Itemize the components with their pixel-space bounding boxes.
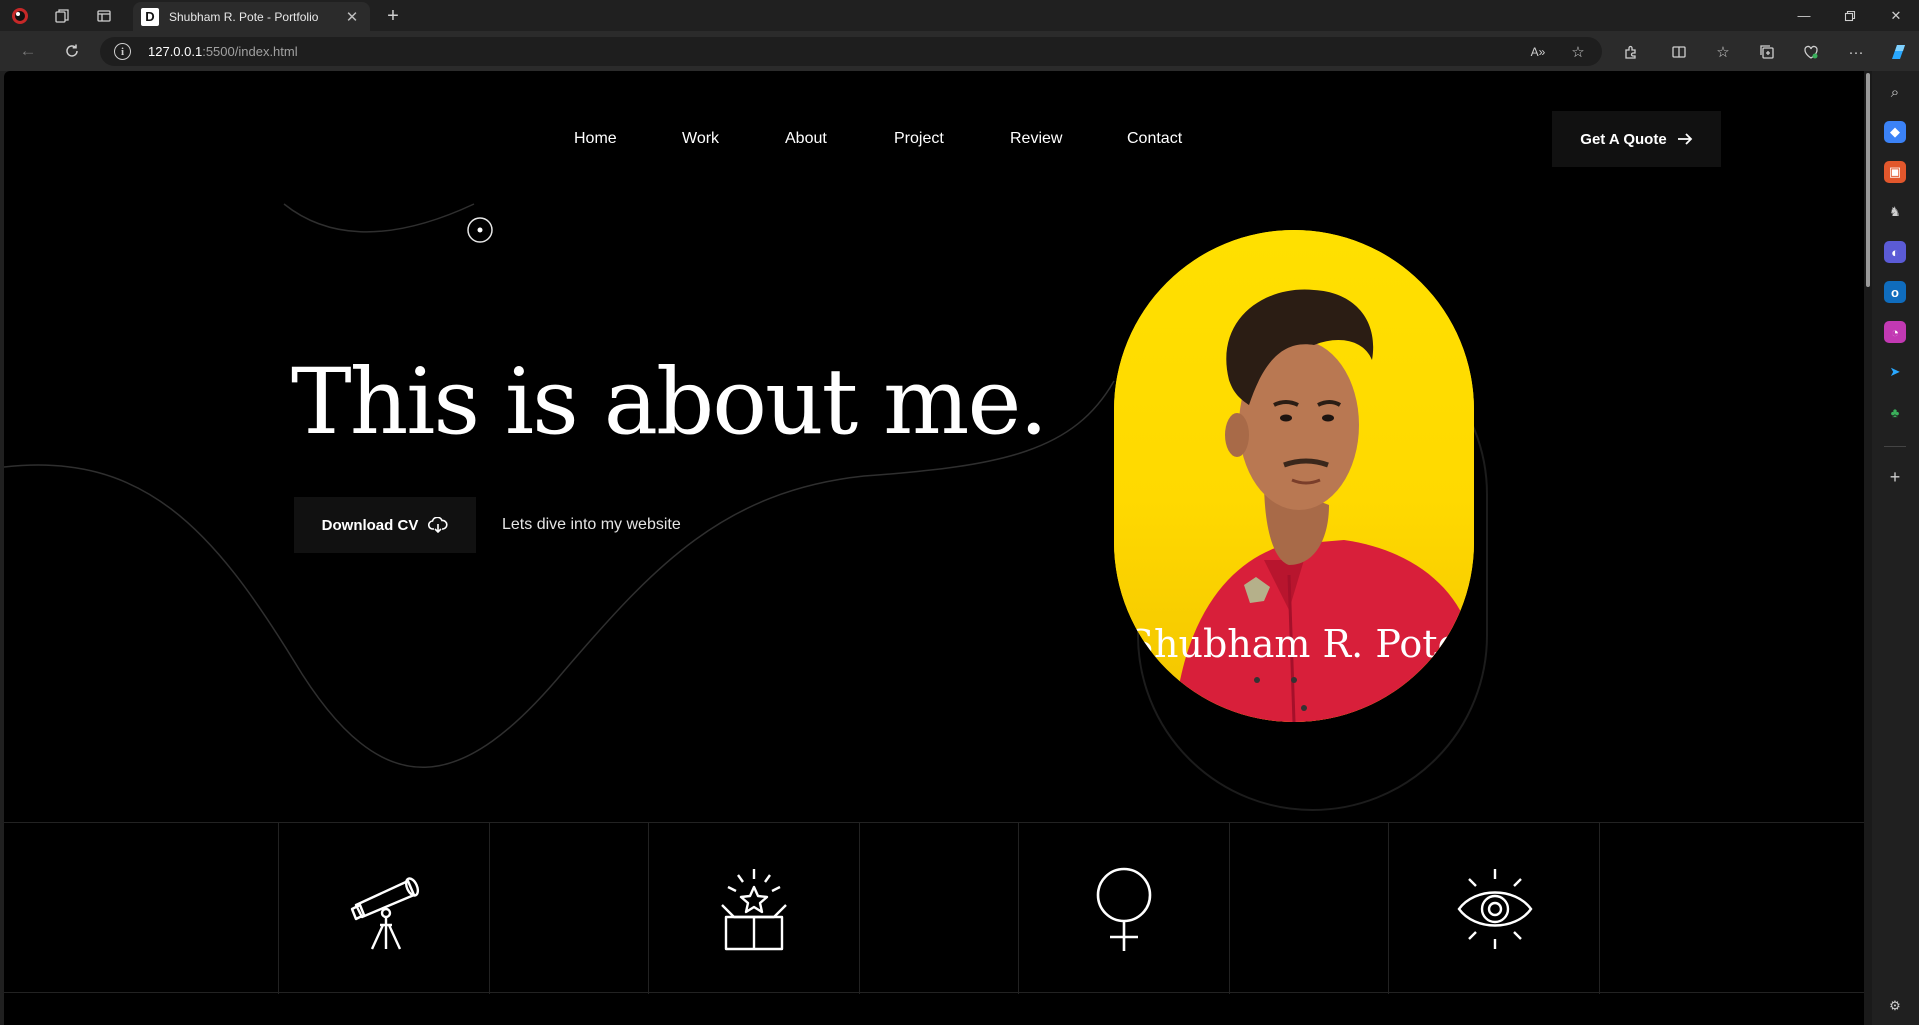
portrait-name: Shubham R. Pote bbox=[1128, 622, 1460, 666]
restore-icon[interactable] bbox=[1827, 0, 1873, 31]
feature-divider bbox=[1388, 823, 1389, 994]
feature-divider bbox=[859, 823, 860, 994]
copilot-app-icon[interactable]: ◐ bbox=[1884, 241, 1906, 263]
feature-divider bbox=[278, 823, 279, 994]
search-icon[interactable]: ⌕ bbox=[1884, 81, 1906, 103]
workspaces-icon[interactable] bbox=[52, 6, 72, 26]
nav-link-review[interactable]: Review bbox=[1010, 130, 1062, 148]
portrait-photo: Shubham R. Pote bbox=[1114, 230, 1474, 722]
extensions-icon[interactable] bbox=[1620, 41, 1642, 63]
eye-icon bbox=[1455, 867, 1535, 951]
feature-divider bbox=[489, 823, 490, 994]
favorite-star-icon[interactable]: ☆ bbox=[1568, 42, 1588, 62]
browser-title-bar: D Shubham R. Pote - Portfolio ✕ + — ✕ bbox=[0, 0, 1919, 31]
feature-divider bbox=[1229, 823, 1230, 994]
outlook-icon[interactable]: o bbox=[1884, 281, 1906, 303]
hero-title: This is about me. bbox=[291, 350, 1048, 455]
split-screen-icon[interactable] bbox=[1668, 41, 1690, 63]
active-tab[interactable]: D Shubham R. Pote - Portfolio ✕ bbox=[133, 2, 370, 31]
new-tab-icon[interactable]: + bbox=[381, 4, 405, 28]
profile-avatar-icon[interactable] bbox=[10, 6, 30, 26]
chess-icon[interactable]: ♞ bbox=[1884, 201, 1906, 223]
designer-icon[interactable]: ◔ bbox=[1884, 321, 1906, 343]
copilot-icon[interactable] bbox=[1887, 41, 1911, 63]
tab-title: Shubham R. Pote - Portfolio bbox=[169, 9, 319, 24]
browser-sidebar: ⌕ ◆ ▣ ♞ ◐ o ◔ ➤ ♣ + ⚙ bbox=[1872, 71, 1919, 1025]
nav-link-contact[interactable]: Contact bbox=[1127, 130, 1182, 148]
back-icon[interactable]: ← bbox=[12, 37, 44, 65]
sidebar-divider bbox=[1884, 446, 1906, 447]
briefcase-icon[interactable]: ▣ bbox=[1884, 161, 1906, 183]
minimize-icon[interactable]: — bbox=[1781, 0, 1827, 31]
read-aloud-icon[interactable]: A» bbox=[1528, 42, 1548, 62]
address-host: 127.0.0.1 bbox=[148, 44, 203, 59]
browser-toolbar: ← i 127.0.0.1:5500/index.html A» ☆ ☆ ··· bbox=[0, 31, 1919, 71]
favorites-icon[interactable]: ☆ bbox=[1712, 41, 1734, 63]
telescope-icon bbox=[348, 867, 428, 951]
tab-actions-icon[interactable] bbox=[94, 6, 114, 26]
feature-divider bbox=[648, 823, 649, 994]
nav-link-work[interactable]: Work bbox=[682, 130, 719, 148]
feature-divider bbox=[1018, 823, 1019, 994]
add-icon[interactable]: + bbox=[1884, 466, 1906, 488]
tag-icon[interactable]: ◆ bbox=[1884, 121, 1906, 143]
arrow-right-icon bbox=[1677, 133, 1692, 145]
download-cv-button[interactable]: Download CV bbox=[294, 497, 476, 553]
browser-essentials-icon[interactable] bbox=[1800, 41, 1822, 63]
features-strip bbox=[4, 822, 1864, 994]
more-options-icon[interactable]: ··· bbox=[1845, 41, 1867, 63]
get-quote-label: Get A Quote bbox=[1580, 130, 1667, 148]
refresh-icon[interactable] bbox=[56, 37, 88, 65]
download-cv-label: Download CV bbox=[321, 516, 419, 534]
gift-box-icon bbox=[714, 867, 794, 951]
address-url[interactable]: 127.0.0.1:5500/index.html bbox=[148, 44, 298, 59]
nav-link-about[interactable]: About bbox=[785, 130, 827, 148]
settings-icon[interactable]: ⚙ bbox=[1884, 995, 1906, 1017]
close-window-icon[interactable]: ✕ bbox=[1873, 0, 1919, 31]
address-bar[interactable]: i 127.0.0.1:5500/index.html A» ☆ bbox=[100, 37, 1602, 66]
collections-icon[interactable] bbox=[1756, 41, 1778, 63]
send-icon[interactable]: ➤ bbox=[1884, 361, 1906, 383]
tab-favicon: D bbox=[141, 7, 159, 26]
site-nav: Home Work About Project Review Contact G… bbox=[4, 71, 1864, 171]
get-quote-button[interactable]: Get A Quote bbox=[1552, 111, 1721, 167]
address-path: :5500/index.html bbox=[202, 44, 298, 59]
site-info-icon[interactable]: i bbox=[114, 43, 131, 60]
nav-link-home[interactable]: Home bbox=[574, 130, 617, 148]
close-tab-icon[interactable]: ✕ bbox=[342, 7, 362, 27]
tree-icon[interactable]: ♣ bbox=[1884, 401, 1906, 423]
page-viewport: Home Work About Project Review Contact G… bbox=[4, 71, 1872, 1025]
feature-divider bbox=[1599, 823, 1600, 994]
scrollbar-thumb[interactable] bbox=[1866, 73, 1870, 287]
hero-tagline: Lets dive into my website bbox=[502, 516, 681, 533]
female-symbol-icon bbox=[1084, 867, 1164, 951]
page-scrollbar[interactable] bbox=[1864, 71, 1872, 1025]
cloud-download-icon bbox=[428, 517, 448, 533]
nav-link-project[interactable]: Project bbox=[894, 130, 944, 148]
cursor-ring-icon bbox=[467, 217, 493, 243]
